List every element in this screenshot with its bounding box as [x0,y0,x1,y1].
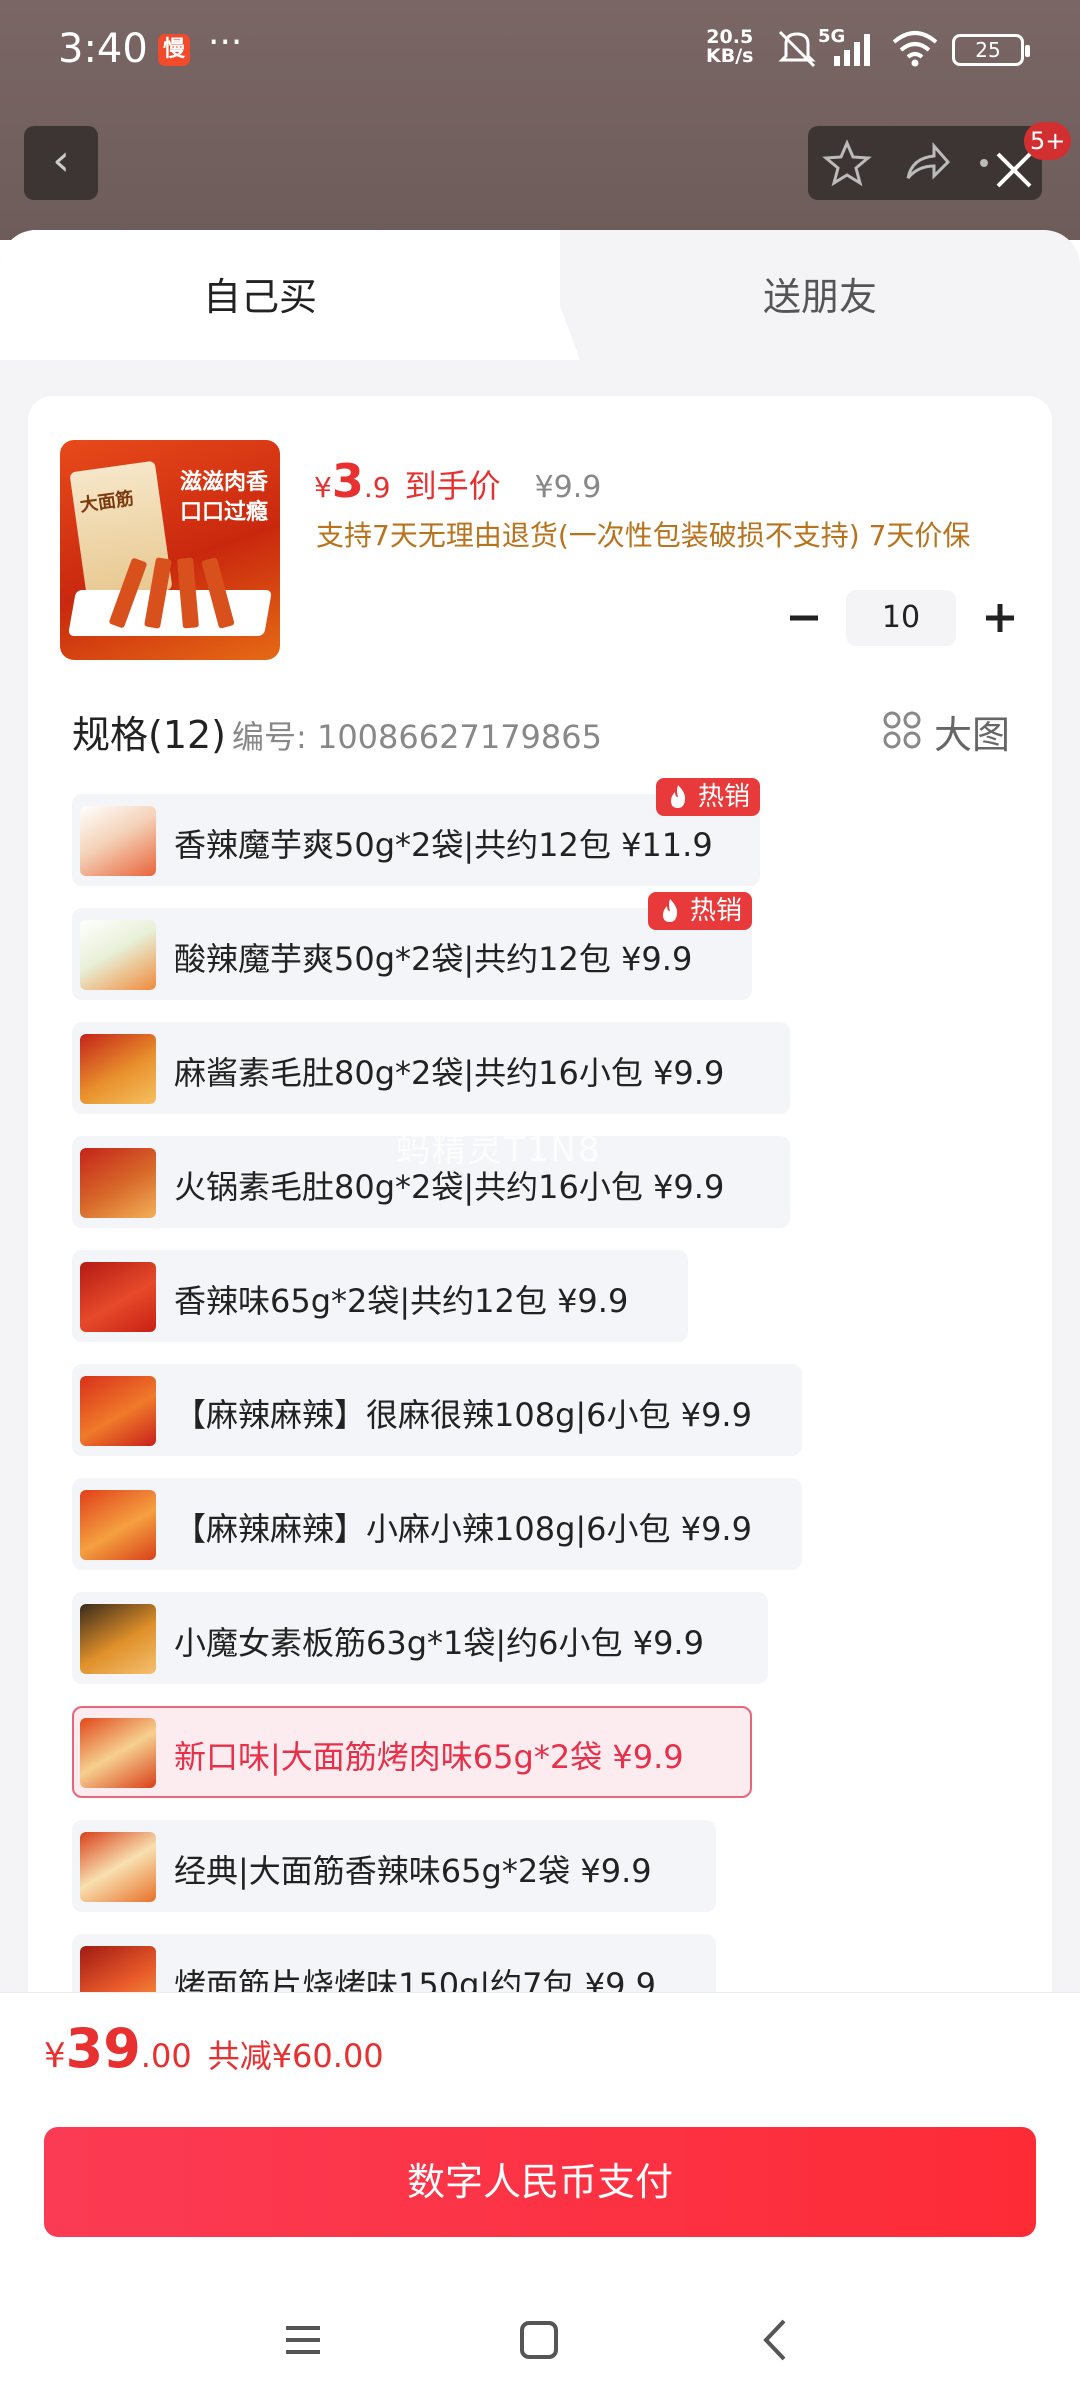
signal-icon [834,34,870,66]
quantity-input[interactable]: 10 [846,590,956,646]
spec-code: 编号: 10086627179865 [232,718,602,756]
hot-badge-label: 热销 [689,896,742,926]
back-nav-icon[interactable] [752,2315,802,2365]
spec-option-label: 麻酱素毛肚80g*2袋|共约16小包 ¥9.9 [174,1054,725,1092]
spec-thumb [80,1832,156,1902]
spec-option-label: 新口味|大面筋烤肉味65g*2袋 ¥9.9 [174,1738,684,1776]
spec-title: 规格(12) [72,713,227,757]
net-speed-unit: KB/s [706,45,754,67]
product-image-text-top: 滋滋肉香 [180,470,269,495]
pay-button[interactable]: 数字人民币支付 [44,2127,1036,2237]
spec-option-label: 香辣味65g*2袋|共约12包 ¥9.9 [174,1282,629,1320]
spec-option-selected[interactable]: 新口味|大面筋烤肉味65g*2袋 ¥9.9 [72,1706,752,1798]
spec-option-label: 经典|大面筋香辣味65g*2袋 ¥9.9 [174,1852,652,1890]
product-image-text-bottom: 口口过瘾 [180,500,269,525]
more-notifications-icon: ··· [208,22,243,63]
spec-option[interactable]: 酸辣魔芋爽50g*2袋|共约12包 ¥9.9 热销 [72,892,752,1000]
tab-self-buy[interactable]: 自己买 [0,230,560,360]
star-icon[interactable] [822,138,872,188]
spec-option[interactable]: 麻酱素毛肚80g*2袋|共约16小包 ¥9.9 [72,1022,790,1114]
fire-icon [662,899,678,922]
spec-option-label: 酸辣魔芋爽50g*2袋|共约12包 ¥9.9 [174,940,693,978]
spec-option-label: 【麻辣麻辣】小麻小辣108g|6小包 ¥9.9 [174,1510,752,1548]
spec-option[interactable]: 香辣魔芋爽50g*2袋|共约12包 ¥11.9 热销 [72,778,760,886]
home-icon[interactable] [514,2315,564,2365]
spec-option-label: 小魔女素板筋63g*1袋|约6小包 ¥9.9 [174,1624,704,1662]
minus-icon[interactable] [780,594,828,642]
price-row: ¥3.9 到手价 ¥9.9 [314,454,602,508]
status-time: 3:40 [58,26,148,72]
spec-thumb [80,1376,156,1446]
wifi-icon [892,31,938,67]
share-icon[interactable] [902,138,952,188]
return-policy: 支持7天无理由退货(一次性包装破损不支持) 7天价保 [316,519,971,552]
tab-send-friend[interactable]: 送朋友 [560,230,1080,360]
spec-thumb [80,1490,156,1560]
hot-badge: 热销 [655,778,760,816]
spec-option[interactable]: 小魔女素板筋63g*1袋|约6小包 ¥9.9 [72,1592,768,1684]
spec-thumb [80,1148,156,1218]
pack-label: 大面筋 [78,488,136,517]
spec-option[interactable]: 【麻辣麻辣】很麻很辣108g|6小包 ¥9.9 [72,1364,802,1456]
spec-thumb [80,1604,156,1674]
price-currency: ¥ [314,471,332,504]
spec-option[interactable]: 香辣味65g*2袋|共约12包 ¥9.9 [72,1250,688,1342]
spec-option[interactable]: 【麻辣麻辣】小麻小辣108g|6小包 ¥9.9 [72,1478,802,1570]
status-bar: 3:40 慢 ··· 20.5 KB/s 5G 25 [0,0,1080,100]
fire-icon [670,785,686,808]
big-picture-label: 大图 [934,713,1011,757]
total-dec: .00 [140,2037,192,2075]
total-int: 39 [65,2017,141,2080]
total-savings: 共减¥60.00 [207,2037,384,2075]
mute-icon [778,30,816,68]
spec-thumb [80,1718,156,1788]
price-dec: .9 [363,471,391,504]
spec-thumb [80,806,156,876]
original-price: ¥9.9 [534,470,602,505]
spec-thumb [80,1034,156,1104]
spec-option-label: 香辣魔芋爽50g*2袋|共约12包 ¥11.9 [174,826,713,864]
checkout-bar: ¥39.00 共减¥60.00 数字人民币支付 [0,1992,1080,2400]
spec-thumb [80,1262,156,1332]
price-int: 3 [331,454,364,508]
tab-send-friend-label: 送朋友 [762,275,877,319]
close-icon[interactable] [990,146,1038,194]
product-plate [67,590,273,636]
hot-badge: 热销 [647,892,752,930]
app-notification-icon: 慢 [158,34,190,66]
spec-option[interactable]: 经典|大面筋香辣味65g*2袋 ¥9.9 [72,1820,716,1912]
spec-option-label: 【麻辣麻辣】很麻很辣108g|6小包 ¥9.9 [174,1396,752,1434]
grid-icon [883,711,921,749]
hot-badge-label: 热销 [697,782,750,812]
back-button[interactable]: ‹ [24,126,98,200]
system-nav-bar [0,2279,1080,2400]
spec-thumb [80,920,156,990]
battery-icon: 25 [952,34,1030,66]
price-desc: 到手价 [404,467,501,505]
total-price: ¥39.00 共减¥60.00 [44,2017,384,2080]
menu-icon[interactable] [278,2315,328,2365]
watermark: 蚂精灵T1N8 [396,1130,602,1170]
total-currency: ¥ [44,2036,66,2076]
tab-self-buy-label: 自己买 [202,275,317,319]
product-image-text: 滋滋肉香 口口过瘾 [180,468,268,528]
net-speed: 20.5 KB/s [706,28,753,66]
product-image[interactable]: 大面筋 滋滋肉香 口口过瘾 [60,440,280,660]
plus-icon[interactable] [976,594,1024,642]
